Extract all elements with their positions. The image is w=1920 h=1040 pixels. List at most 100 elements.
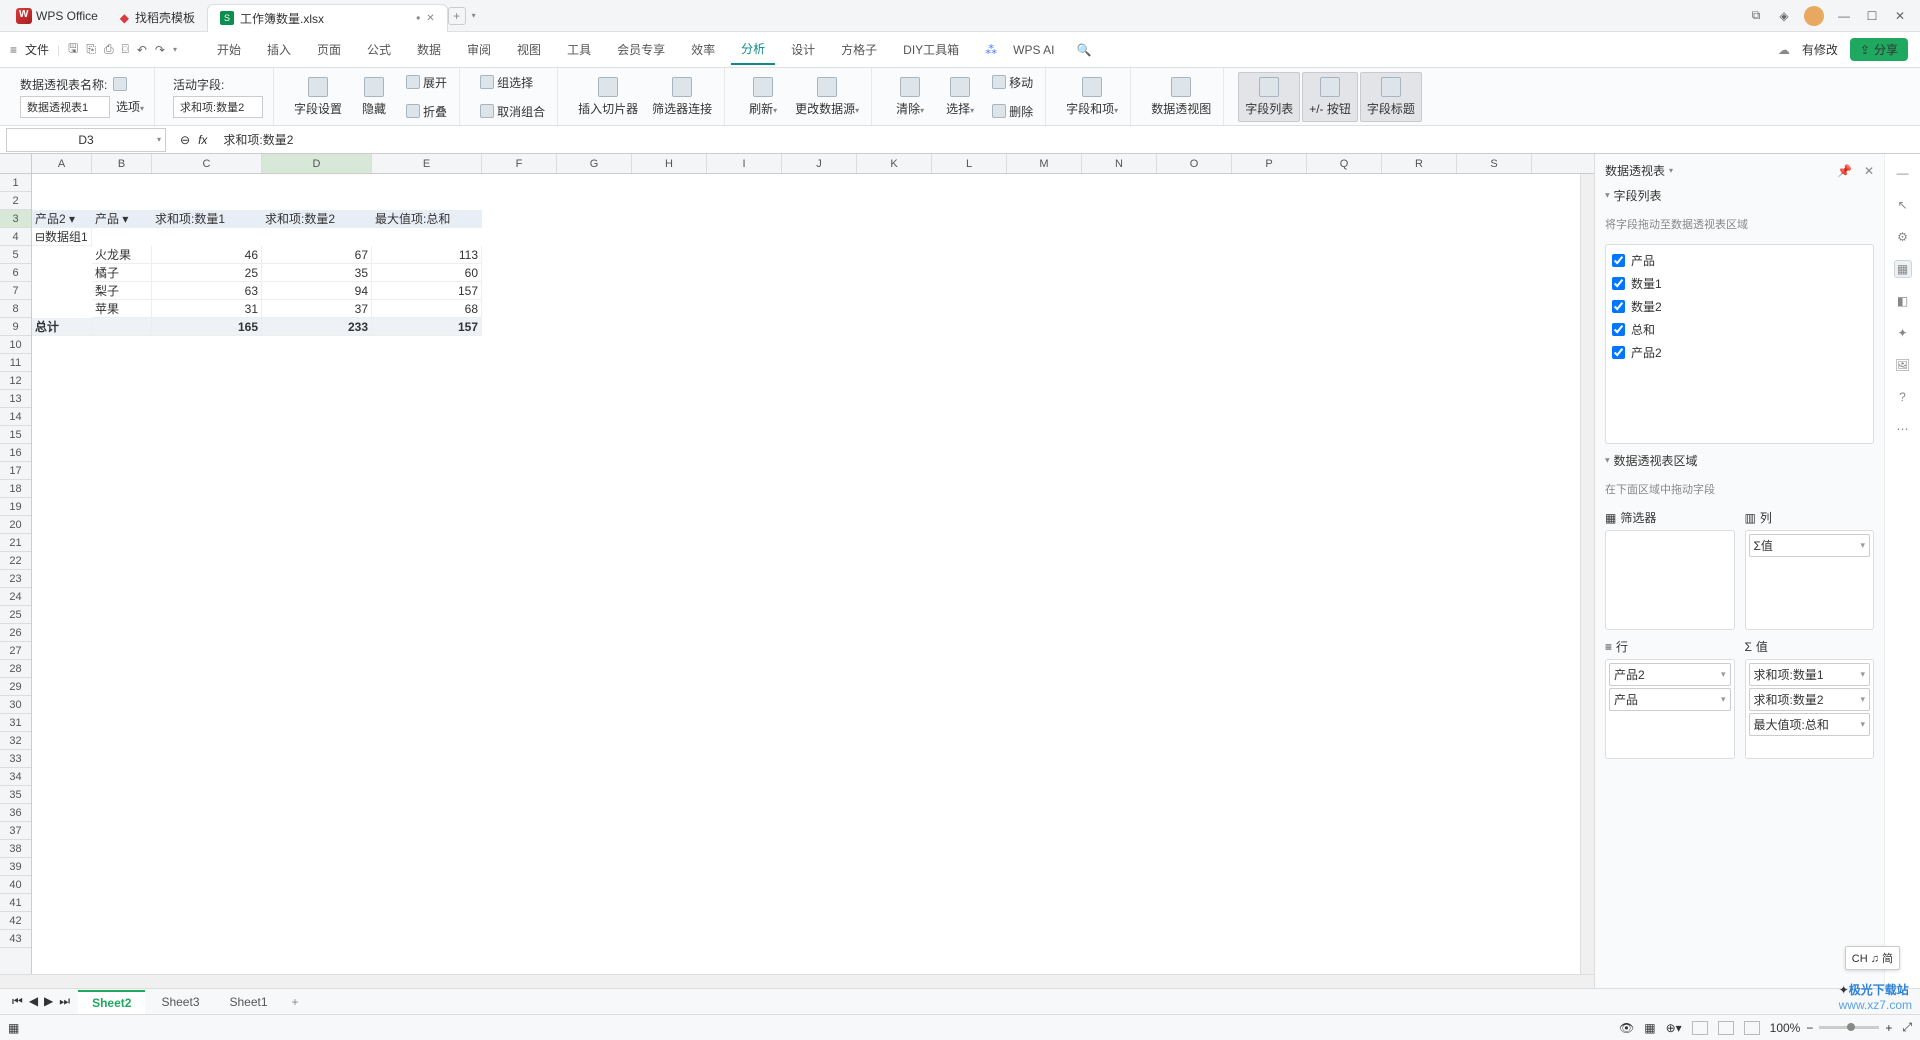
row-header-39[interactable]: 39 [0,858,31,876]
areas-section-title[interactable]: 数据透视表区域 [1605,452,1874,469]
cell[interactable]: 94 [262,282,372,300]
menu-diy[interactable]: DIY工具箱 [893,35,969,64]
col-header-K[interactable]: K [857,154,932,173]
more-icon[interactable]: ⋯ [1894,420,1912,438]
row-header-22[interactable]: 22 [0,552,31,570]
cell-grid[interactable]: 产品2 ▾产品 ▾求和项:数量1求和项:数量2最大值项:总和⊟数据组1火龙果46… [32,174,1580,974]
menu-wpsai[interactable]: WPS AI [1003,37,1064,63]
window-close-icon[interactable]: ✕ [1892,8,1908,24]
pending-changes[interactable]: 有修改 [1802,41,1838,58]
col-header-J[interactable]: J [782,154,857,173]
menu-page[interactable]: 页面 [307,35,351,64]
row-header-42[interactable]: 42 [0,912,31,930]
wpsai-logo[interactable]: ⁂ [985,43,997,57]
row-header-8[interactable]: 8 [0,300,31,318]
center-icon[interactable]: ⊕▾ [1666,1021,1682,1035]
fullscreen-icon[interactable]: ⤢ [1902,1020,1912,1035]
cursor-icon[interactable]: ↖ [1894,196,1912,214]
fx-icon[interactable]: fx [198,133,207,147]
file-menu[interactable]: 文件 [25,41,49,58]
undo-icon[interactable]: ↶ [137,43,147,57]
row-area-box[interactable]: 产品2▾产品▾ [1605,659,1735,759]
cell[interactable]: 苹果 [92,300,152,318]
tab-add-button[interactable]: + [448,7,466,25]
col-header-D[interactable]: D [262,154,372,173]
row-header-6[interactable]: 6 [0,264,31,282]
tab-templates[interactable]: ◆ 找稻壳模板 [108,4,207,32]
row-header-18[interactable]: 18 [0,480,31,498]
view-normal[interactable] [1692,1021,1708,1035]
tab-close-icon[interactable]: ✕ [426,13,434,24]
sheet-tab-1[interactable]: Sheet3 [147,991,213,1013]
menu-design[interactable]: 设计 [781,35,825,64]
col-header-R[interactable]: R [1382,154,1457,173]
row-header-9[interactable]: 9 [0,318,31,336]
zoom-slider[interactable] [1819,1026,1879,1029]
cell[interactable]: ⊟数据组1 [32,228,92,246]
style-icon[interactable]: ◧ [1894,292,1912,310]
zoom-in-icon[interactable]: + [1885,1021,1892,1035]
record-macro-icon[interactable]: ▦ [8,1021,19,1035]
col-header-P[interactable]: P [1232,154,1307,173]
add-sheet-button[interactable]: + [284,995,307,1009]
row-header-19[interactable]: 19 [0,498,31,516]
row-header-14[interactable]: 14 [0,408,31,426]
row-header-43[interactable]: 43 [0,930,31,948]
area-chip[interactable]: 最大值项:总和▾ [1749,713,1871,736]
help-icon[interactable]: ? [1894,388,1912,406]
clear-button[interactable]: 清除▾ [886,73,934,121]
col-header-G[interactable]: G [557,154,632,173]
view-break[interactable] [1744,1021,1760,1035]
zoom-control[interactable]: 100% − + [1770,1021,1893,1035]
cell[interactable]: 35 [262,264,372,282]
search-icon[interactable]: 🔍 [1077,43,1092,57]
row-header-5[interactable]: 5 [0,246,31,264]
preview-icon[interactable]: ⌼ [122,42,129,57]
col-header-I[interactable]: I [707,154,782,173]
redo-icon[interactable]: ↷ [155,43,165,57]
user-avatar[interactable] [1804,6,1824,26]
row-header-37[interactable]: 37 [0,822,31,840]
col-header-B[interactable]: B [92,154,152,173]
cell[interactable]: 37 [262,300,372,318]
menu-member[interactable]: 会员专享 [607,35,675,64]
horizontal-scrollbar[interactable] [0,974,1594,988]
field-checkbox[interactable]: 数量1 [1610,272,1869,295]
select-all-corner[interactable] [0,154,32,173]
cell[interactable]: 梨子 [92,282,152,300]
options-button[interactable]: 选项▾ [116,98,144,115]
qat-caret[interactable]: ▾ [173,45,177,54]
row-header-3[interactable]: 3 [0,210,31,228]
row-header-12[interactable]: 12 [0,372,31,390]
window-minimize-icon[interactable]: — [1836,8,1852,24]
area-chip[interactable]: 产品▾ [1609,688,1731,711]
fields-section-title[interactable]: 字段列表 [1605,187,1874,204]
row-header-16[interactable]: 16 [0,444,31,462]
eye-icon[interactable]: 👁 [1619,1021,1634,1035]
col-header-Q[interactable]: Q [1307,154,1382,173]
col-header-N[interactable]: N [1082,154,1157,173]
window-maximize-icon[interactable]: ☐ [1864,8,1880,24]
window-layout-icon[interactable]: ⧉ [1748,8,1764,24]
filter-area-box[interactable] [1605,530,1735,630]
cube-icon[interactable]: ◈ [1776,8,1792,24]
field-checkbox[interactable]: 数量2 [1610,295,1869,318]
row-header-34[interactable]: 34 [0,768,31,786]
row-header-15[interactable]: 15 [0,426,31,444]
effects-icon[interactable]: ✦ [1894,324,1912,342]
cell[interactable]: 31 [152,300,262,318]
cell[interactable] [92,318,152,336]
col-header-H[interactable]: H [632,154,707,173]
cell[interactable]: 113 [372,246,482,264]
column-area-box[interactable]: Σ值▾ [1745,530,1875,630]
row-header-41[interactable]: 41 [0,894,31,912]
image-icon[interactable]: 🖼 [1894,356,1912,374]
col-header-F[interactable]: F [482,154,557,173]
row-header-30[interactable]: 30 [0,696,31,714]
row-header-1[interactable]: 1 [0,174,31,192]
row-header-26[interactable]: 26 [0,624,31,642]
col-header-E[interactable]: E [372,154,482,173]
cell[interactable]: 157 [372,318,482,336]
grid-icon[interactable]: ▦ [1644,1021,1655,1035]
fields-items-button[interactable]: 字段和项▾ [1060,73,1124,121]
